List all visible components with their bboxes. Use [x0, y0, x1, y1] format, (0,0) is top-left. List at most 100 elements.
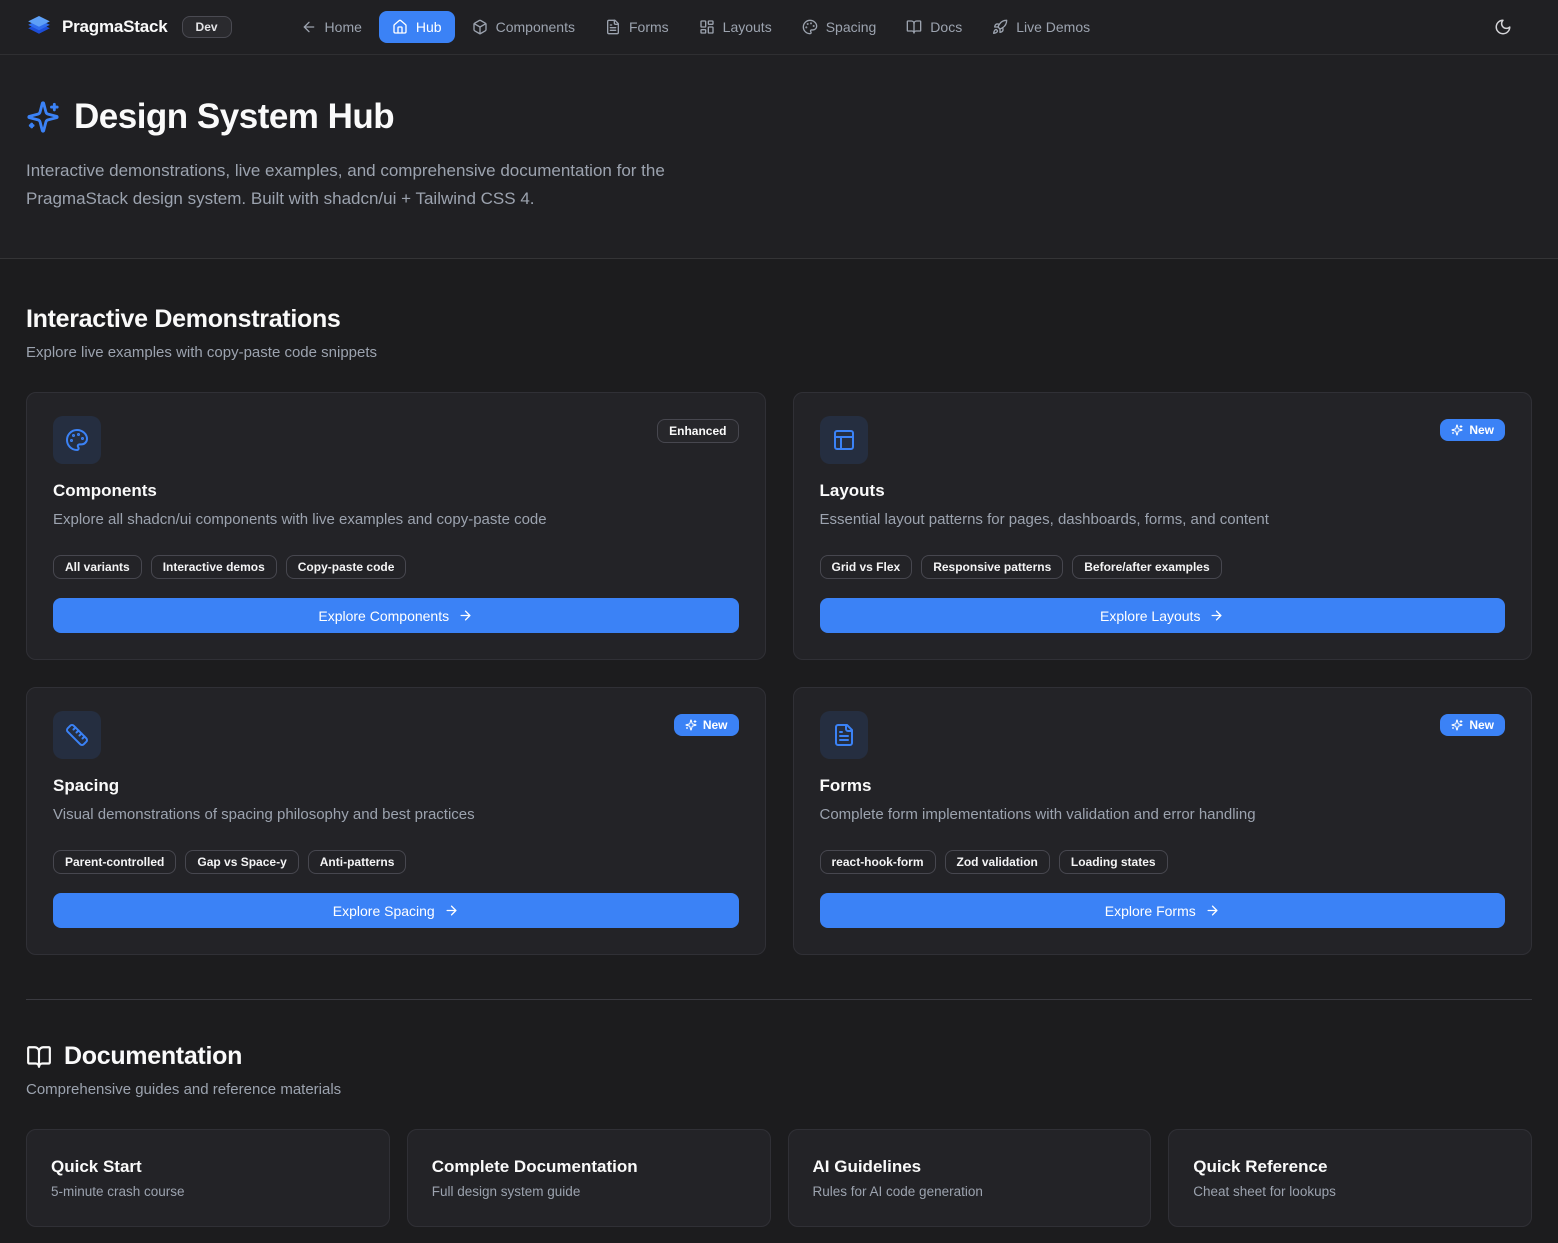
page-title-text: Design System Hub	[74, 97, 394, 137]
book-open-icon	[906, 19, 922, 35]
explore-spacing-button[interactable]: Explore Spacing	[53, 893, 739, 928]
nav-item-components[interactable]: Components	[459, 11, 588, 43]
feature-tag-row: Grid vs Flex Responsive patterns Before/…	[820, 555, 1506, 579]
layers-logo-icon	[26, 14, 52, 40]
layout-dashboard-icon	[699, 19, 715, 35]
palette-icon	[53, 416, 101, 464]
card-title: Spacing	[53, 776, 739, 796]
doc-card-quick-start[interactable]: Quick Start 5-minute crash course	[26, 1129, 390, 1227]
feature-tag-row: All variants Interactive demos Copy-past…	[53, 555, 739, 579]
card-title: Components	[53, 481, 739, 501]
feature-tag: react-hook-form	[820, 850, 936, 874]
card-description: Visual demonstrations of spacing philoso…	[53, 804, 739, 825]
feature-tag: Copy-paste code	[286, 555, 407, 579]
new-badge-label: New	[703, 718, 728, 732]
explore-button-label: Explore Spacing	[333, 903, 435, 919]
feature-tag: Anti-patterns	[308, 850, 407, 874]
main-content: Interactive Demonstrations Explore live …	[0, 259, 1558, 1243]
doc-card-quick-reference[interactable]: Quick Reference Cheat sheet for lookups	[1168, 1129, 1532, 1227]
nav-item-live-demos[interactable]: Live Demos	[979, 11, 1103, 43]
doc-card-ai-guidelines[interactable]: AI Guidelines Rules for AI code generati…	[788, 1129, 1152, 1227]
doc-card-subtitle: 5-minute crash course	[51, 1184, 365, 1199]
demo-card-forms: New Forms Complete form implementations …	[793, 687, 1533, 955]
brand-name: PragmaStack	[62, 17, 168, 37]
explore-layouts-button[interactable]: Explore Layouts	[820, 598, 1506, 633]
nav-item-hub[interactable]: Hub	[379, 11, 455, 43]
feature-tag: Zod validation	[945, 850, 1050, 874]
docs-section-title: Documentation	[26, 1042, 1532, 1071]
demos-section-subtitle: Explore live examples with copy-paste co…	[26, 344, 1532, 361]
new-badge: New	[1440, 419, 1505, 441]
book-open-icon	[26, 1044, 52, 1070]
card-description: Complete form implementations with valid…	[820, 804, 1506, 825]
nav-item-layouts[interactable]: Layouts	[686, 11, 785, 43]
nav-item-label: Live Demos	[1016, 19, 1090, 35]
arrow-right-icon	[1209, 608, 1224, 623]
env-badge: Dev	[182, 16, 232, 38]
explore-components-button[interactable]: Explore Components	[53, 598, 739, 633]
doc-card-subtitle: Cheat sheet for lookups	[1193, 1184, 1507, 1199]
nav-item-label: Hub	[416, 19, 442, 35]
doc-card-complete-documentation[interactable]: Complete Documentation Full design syste…	[407, 1129, 771, 1227]
feature-tag: Grid vs Flex	[820, 555, 913, 579]
nav-item-label: Layouts	[723, 19, 772, 35]
new-badge-label: New	[1469, 423, 1494, 437]
arrow-left-icon	[301, 19, 317, 35]
sparkles-icon	[1451, 719, 1463, 731]
nav-item-docs[interactable]: Docs	[893, 11, 975, 43]
arrow-right-icon	[458, 608, 473, 623]
doc-card-title: Quick Reference	[1193, 1157, 1507, 1177]
documentation-section: Documentation Comprehensive guides and r…	[26, 1000, 1532, 1227]
nav-item-label: Docs	[930, 19, 962, 35]
demo-card-grid: Enhanced Components Explore all shadcn/u…	[26, 392, 1532, 955]
explore-button-label: Explore Forms	[1105, 903, 1196, 919]
moon-icon	[1494, 18, 1512, 36]
docs-section-subtitle: Comprehensive guides and reference mater…	[26, 1081, 1532, 1098]
card-header: New	[820, 416, 1506, 464]
navbar-left-group: PragmaStack Dev Home Hub Components	[26, 11, 1103, 43]
arrow-right-icon	[444, 903, 459, 918]
doc-card-grid: Quick Start 5-minute crash course Comple…	[26, 1129, 1532, 1227]
doc-card-subtitle: Rules for AI code generation	[813, 1184, 1127, 1199]
arrow-right-icon	[1205, 903, 1220, 918]
new-badge: New	[674, 714, 739, 736]
nav-item-forms[interactable]: Forms	[592, 11, 682, 43]
feature-tag: Loading states	[1059, 850, 1168, 874]
docs-section-title-text: Documentation	[64, 1042, 242, 1071]
card-title: Forms	[820, 776, 1506, 796]
doc-card-title: AI Guidelines	[813, 1157, 1127, 1177]
nav-item-spacing[interactable]: Spacing	[789, 11, 890, 43]
feature-tag: Gap vs Space-y	[185, 850, 298, 874]
panels-top-left-icon	[820, 416, 868, 464]
nav-item-home[interactable]: Home	[288, 11, 375, 43]
nav-item-label: Components	[496, 19, 575, 35]
interactive-demos-section: Interactive Demonstrations Explore live …	[26, 259, 1532, 955]
explore-button-label: Explore Layouts	[1100, 608, 1200, 624]
explore-forms-button[interactable]: Explore Forms	[820, 893, 1506, 928]
sparkles-icon	[26, 100, 60, 134]
new-badge: New	[1440, 714, 1505, 736]
nav-item-label: Home	[325, 19, 362, 35]
palette-icon	[802, 19, 818, 35]
rocket-icon	[992, 19, 1008, 35]
sparkles-icon	[1451, 424, 1463, 436]
feature-tag: Interactive demos	[151, 555, 277, 579]
demo-card-layouts: New Layouts Essential layout patterns fo…	[793, 392, 1533, 660]
sparkles-icon	[685, 719, 697, 731]
file-text-icon	[605, 19, 621, 35]
demo-card-components: Enhanced Components Explore all shadcn/u…	[26, 392, 766, 660]
demo-card-spacing: New Spacing Visual demonstrations of spa…	[26, 687, 766, 955]
demos-section-title: Interactive Demonstrations	[26, 305, 1532, 334]
theme-toggle-button[interactable]	[1488, 12, 1518, 42]
feature-tag-row: react-hook-form Zod validation Loading s…	[820, 850, 1506, 874]
feature-tag: Parent-controlled	[53, 850, 176, 874]
card-description: Explore all shadcn/ui components with li…	[53, 509, 739, 530]
hero-section: Design System Hub Interactive demonstrat…	[0, 55, 1558, 259]
new-badge-label: New	[1469, 718, 1494, 732]
feature-tag: Before/after examples	[1072, 555, 1221, 579]
explore-button-label: Explore Components	[318, 608, 449, 624]
home-icon	[392, 19, 408, 35]
main-nav: Home Hub Components Forms	[288, 11, 1104, 43]
brand[interactable]: PragmaStack	[26, 14, 168, 40]
card-header: Enhanced	[53, 416, 739, 464]
